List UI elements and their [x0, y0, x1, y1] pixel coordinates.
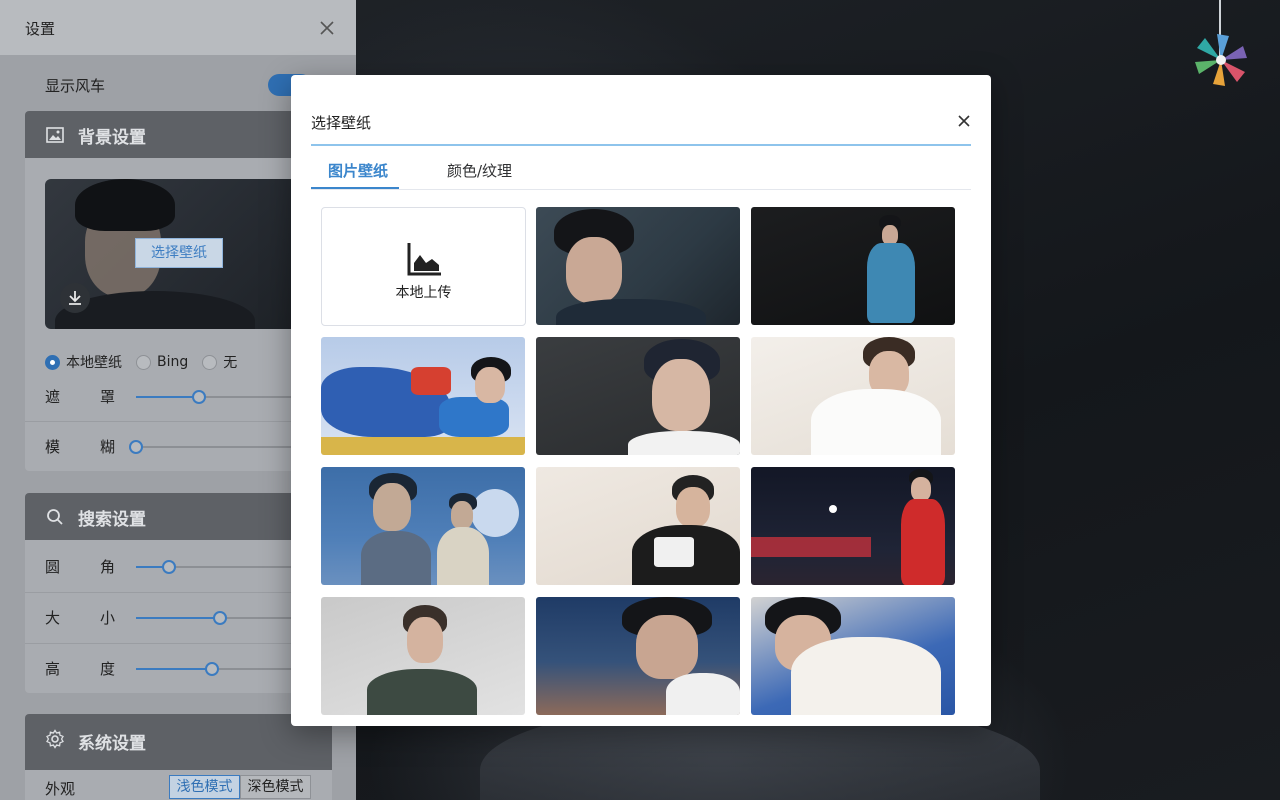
- download-icon: [69, 291, 81, 305]
- slider-label: 遮: [45, 388, 61, 406]
- wallpaper-thumbnail[interactable]: [321, 467, 525, 585]
- card-title: 背景设置: [78, 128, 146, 148]
- wallpaper-thumbnail[interactable]: [751, 467, 955, 585]
- settings-title: 设置: [25, 20, 56, 38]
- slider-handle[interactable]: [191, 390, 206, 404]
- wallpaper-thumbnail[interactable]: [751, 207, 955, 325]
- radio-local[interactable]: [45, 354, 60, 370]
- card-header: 系统设置: [25, 714, 332, 770]
- tab-color-texture[interactable]: 颜色/纹理: [447, 160, 512, 181]
- slider-label: 小: [100, 609, 116, 627]
- slider-label: 角: [100, 558, 116, 576]
- size-slider-row: 大 小: [25, 592, 332, 642]
- slider-label: 高: [45, 660, 61, 678]
- settings-header: 设置: [0, 0, 356, 55]
- gear-icon: [46, 729, 64, 749]
- dialog-title: 选择壁纸: [311, 114, 372, 132]
- choose-wallpaper-dialog: 选择壁纸 图片壁纸 颜色/纹理 本地上传: [291, 75, 991, 726]
- radio-label: Bing: [157, 354, 189, 370]
- area-chart-icon: [407, 243, 441, 276]
- card-title: 搜索设置: [78, 510, 146, 530]
- dark-mode-button[interactable]: 深色模式: [240, 775, 311, 799]
- radius-slider-row: 圆 角: [25, 541, 332, 591]
- close-icon[interactable]: [956, 113, 972, 129]
- title-divider: [311, 144, 971, 146]
- slider-label: 圆: [45, 558, 61, 576]
- card-title: 系统设置: [78, 734, 146, 754]
- upload-label: 本地上传: [395, 285, 452, 301]
- slider-label: 大: [45, 609, 61, 627]
- height-slider-row: 高 度: [25, 643, 332, 693]
- card-header: 背景设置: [25, 111, 332, 158]
- wallpaper-thumbnail[interactable]: [536, 337, 740, 455]
- appearance-row: 外观 浅色模式 深色模式: [25, 770, 332, 800]
- windmill-icon[interactable]: [1188, 0, 1254, 92]
- local-upload-button[interactable]: 本地上传: [321, 207, 526, 326]
- tab-image-wallpaper[interactable]: 图片壁纸: [328, 160, 388, 181]
- mask-slider-row: 遮 罩: [25, 371, 332, 421]
- wallpaper-thumbnail[interactable]: [321, 597, 525, 715]
- wallpaper-thumbnail[interactable]: [536, 597, 740, 715]
- slider-label: 罩: [100, 388, 116, 406]
- slider-handle[interactable]: [205, 662, 220, 676]
- show-windmill-label: 显示风车: [45, 77, 106, 95]
- radio-label: 无: [223, 355, 238, 371]
- appearance-label: 外观: [45, 780, 76, 798]
- wallpaper-thumbnail[interactable]: [321, 337, 525, 455]
- slider-label: 糊: [100, 438, 116, 456]
- slider-handle[interactable]: [129, 440, 143, 454]
- wallpaper-thumbnail[interactable]: [751, 597, 955, 715]
- card-header: 搜索设置: [25, 493, 332, 540]
- background-settings-card: 背景设置 选择壁纸 本地壁纸 Bing 无 遮 罩 模 糊: [25, 111, 332, 471]
- light-mode-button[interactable]: 浅色模式: [169, 775, 240, 799]
- system-settings-card: 系统设置: [25, 714, 332, 770]
- wallpaper-thumbnail[interactable]: [751, 337, 955, 455]
- slider-handle[interactable]: [213, 611, 228, 625]
- wallpaper-thumbnail[interactable]: [536, 207, 740, 325]
- choose-wallpaper-button[interactable]: 选择壁纸: [135, 238, 223, 268]
- wallpaper-preview: 选择壁纸: [45, 179, 315, 329]
- download-button[interactable]: [60, 283, 90, 313]
- slider-label: 模: [45, 438, 61, 456]
- image-icon: [46, 127, 64, 143]
- search-icon: [47, 509, 63, 525]
- slider-label: 度: [100, 660, 116, 678]
- radio-bing[interactable]: [136, 354, 151, 370]
- close-icon[interactable]: [318, 19, 336, 37]
- wallpaper-thumbnail[interactable]: [536, 467, 740, 585]
- slider-handle[interactable]: [162, 560, 177, 574]
- search-settings-card: 搜索设置 圆 角 大 小 高 度: [25, 493, 332, 693]
- wallpaper-source-group: 本地壁纸 Bing 无: [45, 351, 251, 373]
- radio-none[interactable]: [202, 354, 218, 370]
- blur-slider-row: 模 糊: [25, 421, 332, 471]
- tab-divider: [311, 189, 971, 190]
- radio-label: 本地壁纸: [66, 355, 122, 371]
